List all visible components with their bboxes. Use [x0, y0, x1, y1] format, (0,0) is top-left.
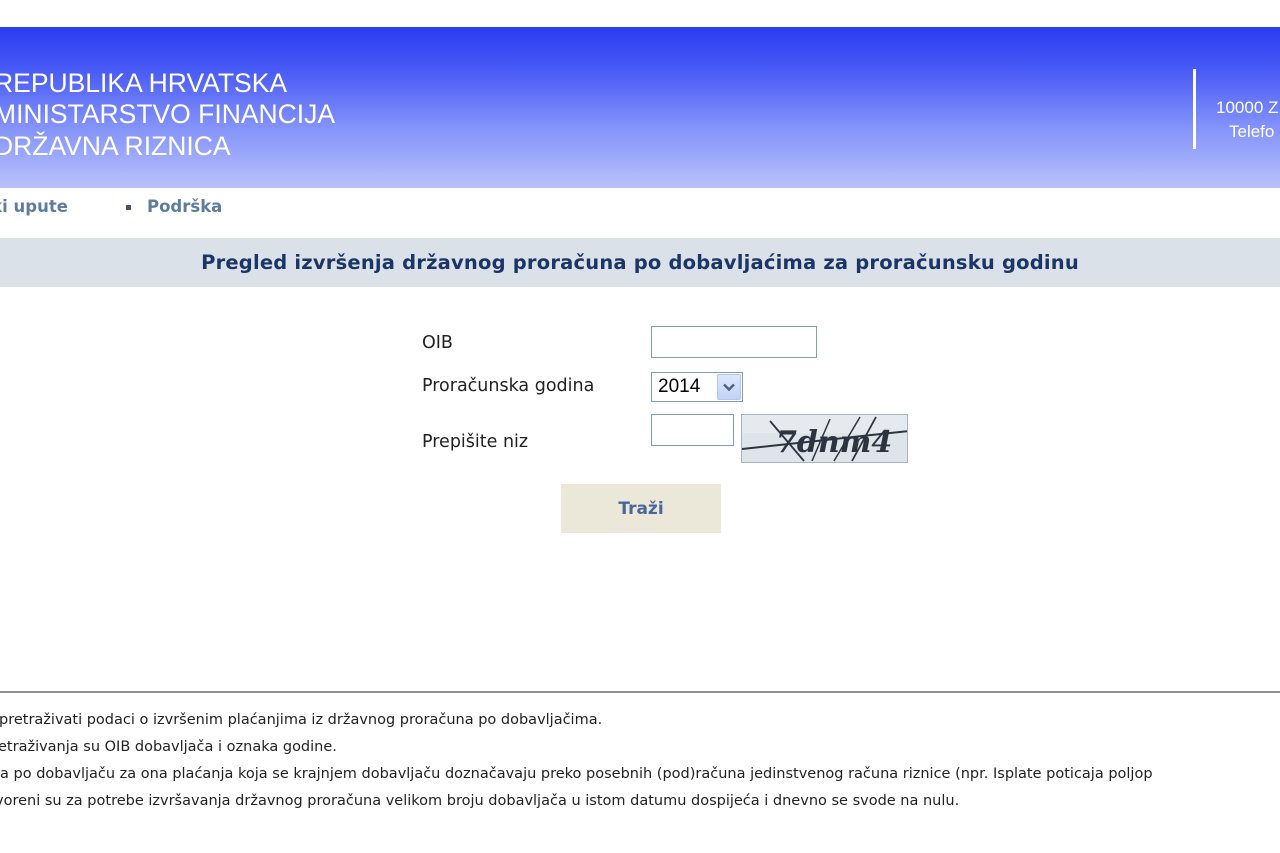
page-title: Pregled izvršenja državnog proračuna po … — [201, 251, 1079, 274]
footer-text-4: voreni su za potrebe izvršavanja državno… — [0, 793, 960, 809]
nav-separator-bullet — [126, 205, 131, 210]
captcha-graphic: 7dnm4 — [742, 415, 907, 462]
oib-input[interactable] — [651, 326, 817, 358]
captcha-label: Prepišite niz — [422, 432, 529, 452]
footer-text-2: etraživanja su OIB dobavljača i oznaka g… — [0, 739, 337, 755]
captcha-image: 7dnm4 — [741, 414, 908, 463]
captcha-input[interactable] — [651, 414, 734, 446]
page-title-bar: Pregled izvršenja državnog proračuna po … — [0, 238, 1280, 287]
header-title-line-1: REPUBLIKA HRVATSKA — [0, 68, 288, 98]
footer-text-1: pretraživati podaci o izvršenim plaćanji… — [0, 712, 603, 728]
header-title-line-2: MINISTARSTVO FINANCIJA — [0, 99, 336, 129]
footer-text-line: pretraživati podaci o izvršenim plaćanji… — [0, 712, 1280, 728]
budget-year-label: Proračunska godina — [422, 376, 595, 396]
footer-divider — [0, 691, 1280, 693]
nav-link-support[interactable]: Podrška — [147, 197, 222, 216]
page: REPUBLIKA HRVATSKA MINISTARSTVO FINANCIJ… — [0, 0, 1280, 853]
chevron-down-icon — [723, 383, 735, 392]
footer-text-line: voreni su za potrebe izvršavanja državno… — [0, 793, 1280, 809]
nav-link-user-guide[interactable]: nički upute — [0, 197, 68, 216]
header-title-line-3: DRŽAVNA RIZNICA — [0, 131, 231, 161]
oib-label: OIB — [422, 333, 453, 353]
header-address: 10000 Z — [1216, 98, 1279, 117]
header-phone: Telefo — [1229, 122, 1275, 141]
budget-year-select[interactable]: 2014 — [651, 372, 743, 402]
header-divider — [1193, 69, 1196, 149]
header-banner: REPUBLIKA HRVATSKA MINISTARSTVO FINANCIJ… — [0, 27, 1280, 188]
search-button[interactable]: Traži — [561, 484, 721, 533]
footer-text-line: ja po dobavljaču za ona plaćanja koja se… — [0, 766, 1280, 782]
footer-text-line: etraživanja su OIB dobavljača i oznaka g… — [0, 739, 1280, 755]
select-dropdown-button[interactable] — [717, 374, 741, 400]
footer-text-3: ja po dobavljaču za ona plaćanja koja se… — [0, 766, 1153, 782]
budget-year-value: 2014 — [658, 376, 701, 397]
